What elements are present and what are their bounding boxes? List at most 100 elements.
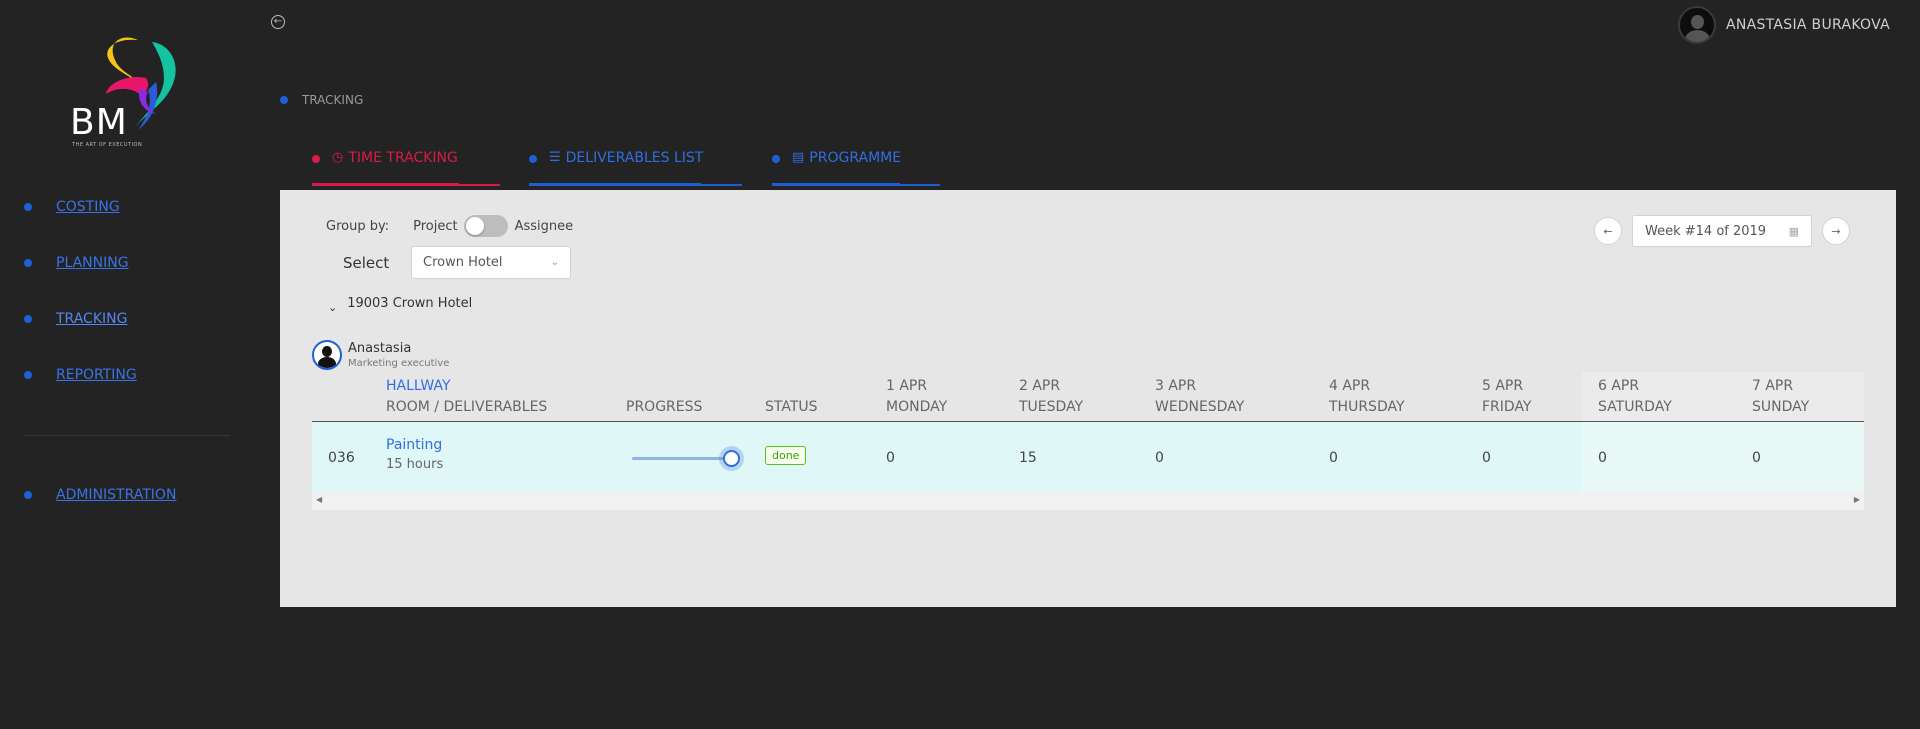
tab-programme[interactable]: ▤ PROGRAMME bbox=[772, 150, 940, 186]
sidebar-item-label[interactable]: COSTING bbox=[56, 199, 120, 215]
next-week-button[interactable]: → bbox=[1822, 217, 1850, 245]
tab-bullet-icon bbox=[772, 155, 780, 163]
status-header: STATUS bbox=[765, 399, 818, 415]
sidebar-item-label[interactable]: PLANNING bbox=[56, 255, 129, 271]
hours-cell-sun[interactable]: 0 bbox=[1752, 450, 1761, 466]
day-date: 7 APR bbox=[1752, 378, 1794, 394]
day-name: TUESDAY bbox=[1019, 399, 1084, 415]
time-tracking-panel: Group by: Project Assignee Select Crown … bbox=[280, 190, 1896, 607]
hours-cell-mon[interactable]: 0 bbox=[886, 450, 895, 466]
select-label: Select bbox=[343, 253, 390, 272]
day-name: THURSDAY bbox=[1329, 399, 1405, 415]
tab-deliverables-list[interactable]: ☰ DELIVERABLES LIST bbox=[529, 150, 742, 186]
deliverable-name[interactable]: Painting bbox=[386, 437, 443, 453]
prev-week-button[interactable]: ← bbox=[1594, 217, 1622, 245]
day-date: 1 APR bbox=[886, 378, 928, 394]
day-name: SUNDAY bbox=[1752, 399, 1810, 415]
group-by-label: Group by: bbox=[326, 218, 390, 234]
logo-tagline: THE ART OF EXECUTION bbox=[72, 142, 143, 148]
hours-cell-tue[interactable]: 15 bbox=[1019, 450, 1037, 466]
chevron-down-icon: ⌄ bbox=[550, 257, 559, 268]
room-deliverables-header: ROOM / DELIVERABLES bbox=[386, 399, 548, 415]
scroll-right-icon[interactable]: ▶ bbox=[1854, 495, 1860, 504]
weekend-shade bbox=[1582, 422, 1864, 492]
deliverable-code: 036 bbox=[328, 450, 355, 466]
table-row: 036 Painting 15 hours done 0 15 0 0 0 0 … bbox=[312, 422, 1864, 492]
day-header-thu: 4 APR THURSDAY bbox=[1329, 376, 1405, 418]
sidebar-item-planning[interactable]: PLANNING bbox=[24, 255, 129, 271]
group-by-toggle[interactable] bbox=[463, 215, 508, 237]
clock-icon: ◷ bbox=[332, 150, 344, 165]
sidebar-item-reporting[interactable]: REPORTING bbox=[24, 367, 137, 383]
day-header-fri: 5 APR FRIDAY bbox=[1482, 376, 1532, 418]
week-picker[interactable]: Week #14 of 2019 ▦ bbox=[1632, 215, 1812, 247]
day-name: MONDAY bbox=[886, 399, 948, 415]
day-name: WEDNESDAY bbox=[1155, 399, 1245, 415]
table-header: HALLWAY ROOM / DELIVERABLES PROGRESS STA… bbox=[312, 372, 1864, 422]
progress-slider-handle[interactable] bbox=[723, 450, 740, 467]
nav-bullet-icon bbox=[24, 315, 32, 323]
tab-bullet-icon bbox=[529, 155, 537, 163]
hours-cell-wed[interactable]: 0 bbox=[1155, 450, 1164, 466]
day-header-wed: 3 APR WEDNESDAY bbox=[1155, 376, 1244, 418]
calendar-icon: ▦ bbox=[1788, 224, 1799, 238]
tab-time-tracking[interactable]: ◷ TIME TRACKING bbox=[312, 150, 500, 186]
scroll-left-icon[interactable]: ◀ bbox=[316, 495, 322, 504]
sidebar-item-label[interactable]: TRACKING bbox=[56, 311, 127, 327]
nav-bullet-icon bbox=[24, 491, 32, 499]
tab-label: TIME TRACKING bbox=[348, 150, 458, 166]
horizontal-scrollbar[interactable]: ◀ ▶ bbox=[312, 492, 1864, 510]
clipboard-icon: ▤ bbox=[792, 150, 805, 165]
project-select-value: Crown Hotel bbox=[423, 255, 503, 270]
day-date: 3 APR bbox=[1155, 378, 1197, 394]
time-table: HALLWAY ROOM / DELIVERABLES PROGRESS STA… bbox=[312, 372, 1864, 510]
user-menu[interactable]: ANASTASIA BURAKOVA bbox=[1677, 6, 1890, 44]
deliverable-cell: Painting 15 hours bbox=[386, 437, 443, 472]
nav-bullet-icon bbox=[24, 371, 32, 379]
hours-cell-fri[interactable]: 0 bbox=[1482, 450, 1491, 466]
tab-label: DELIVERABLES LIST bbox=[565, 150, 704, 166]
tab-label: PROGRAMME bbox=[809, 150, 902, 166]
collapse-back-icon[interactable]: ← bbox=[271, 15, 285, 29]
chevron-down-icon[interactable]: ⌄ bbox=[328, 301, 337, 314]
sidebar-item-administration[interactable]: ADMINISTRATION bbox=[24, 487, 176, 503]
status-badge: done bbox=[765, 446, 807, 465]
day-header-tue: 2 APR TUESDAY bbox=[1019, 376, 1083, 418]
project-select[interactable]: Crown Hotel ⌄ bbox=[411, 246, 571, 279]
day-header-mon: 1 APR MONDAY bbox=[886, 376, 947, 418]
list-icon: ☰ bbox=[549, 150, 561, 165]
day-name: FRIDAY bbox=[1482, 399, 1532, 415]
sidebar-item-costing[interactable]: COSTING bbox=[24, 199, 120, 215]
assignee-header: Anastasia Marketing executive bbox=[312, 340, 449, 370]
tab-underline-active bbox=[312, 183, 459, 186]
nav-bullet-icon bbox=[24, 259, 32, 267]
day-name: SATURDAY bbox=[1598, 399, 1672, 415]
sidebar-item-tracking[interactable]: TRACKING bbox=[24, 311, 127, 327]
tab-underline-active bbox=[529, 183, 701, 186]
assignee-role: Marketing executive bbox=[348, 358, 450, 369]
tab-bullet-icon bbox=[312, 155, 320, 163]
project-select-row: Select Crown Hotel ⌄ bbox=[343, 246, 571, 279]
nav-bullet-icon bbox=[24, 203, 32, 211]
project-group-header[interactable]: ⌄ 19003 Crown Hotel bbox=[328, 293, 472, 314]
sidebar-item-label[interactable]: ADMINISTRATION bbox=[56, 487, 176, 503]
day-date: 6 APR bbox=[1598, 378, 1640, 394]
room-column-header: HALLWAY ROOM / DELIVERABLES bbox=[386, 376, 547, 418]
breadcrumb: TRACKING bbox=[280, 93, 363, 107]
project-group-title: 19003 Crown Hotel bbox=[347, 296, 473, 311]
brand-logo: BM THE ART OF EXECUTION bbox=[60, 34, 200, 154]
hours-cell-thu[interactable]: 0 bbox=[1329, 450, 1338, 466]
toggle-right-label: Assignee bbox=[514, 218, 574, 234]
week-picker-value: Week #14 of 2019 bbox=[1645, 223, 1767, 239]
avatar[interactable] bbox=[1677, 6, 1716, 44]
room-name[interactable]: HALLWAY bbox=[386, 376, 547, 397]
deliverable-hours: 15 hours bbox=[386, 457, 444, 472]
breadcrumb-bullet-icon bbox=[280, 96, 288, 104]
hours-cell-sat[interactable]: 0 bbox=[1598, 450, 1607, 466]
progress-slider[interactable] bbox=[632, 450, 740, 467]
day-date: 4 APR bbox=[1329, 378, 1371, 394]
sidebar-divider bbox=[24, 435, 230, 436]
sidebar-item-label[interactable]: REPORTING bbox=[56, 367, 137, 383]
logo-text: BM bbox=[70, 102, 128, 143]
day-header-sun: 7 APR SUNDAY bbox=[1752, 376, 1809, 418]
